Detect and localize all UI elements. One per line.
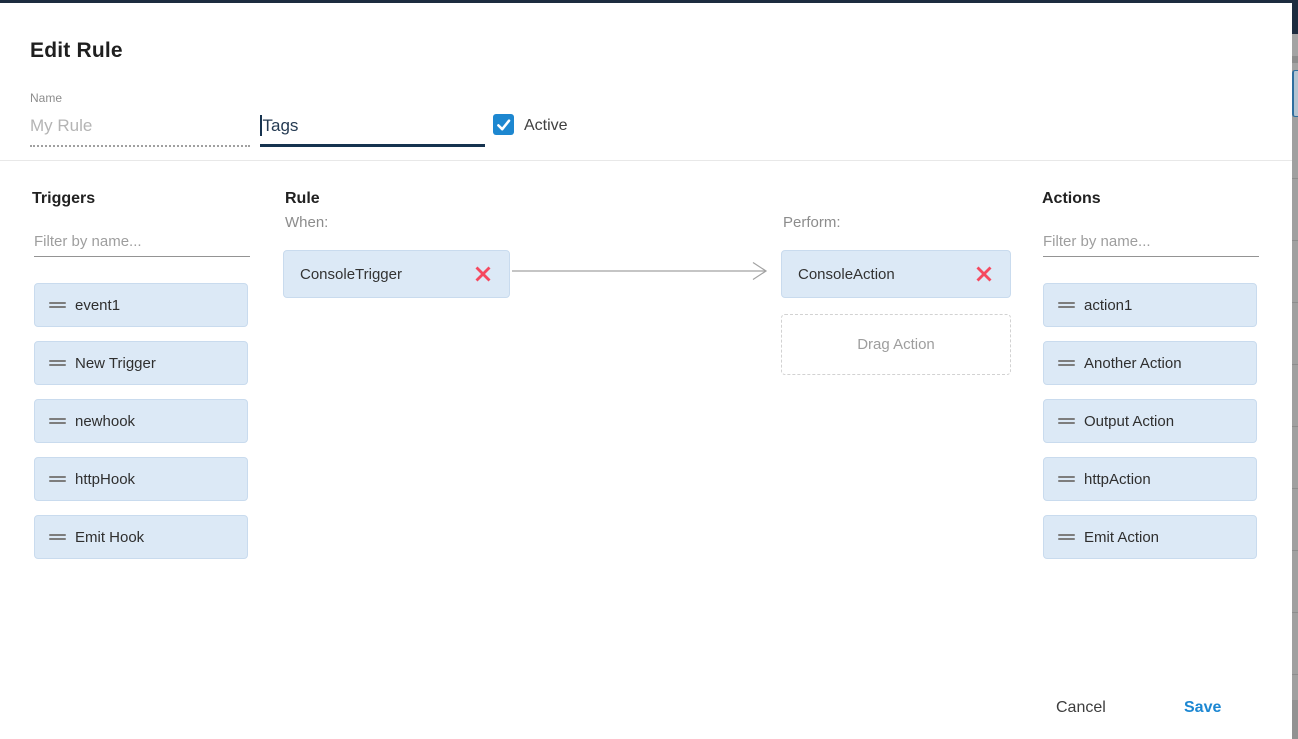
drag-handle-icon: [1058, 474, 1075, 484]
name-input[interactable]: [30, 107, 250, 147]
selected-action-card[interactable]: ConsoleAction: [781, 250, 1011, 298]
trigger-item[interactable]: Emit Hook: [34, 515, 248, 559]
rule-panel-title: Rule: [285, 190, 320, 208]
dialog-title: Edit Rule: [30, 39, 123, 63]
background-navbar-edge: [1292, 0, 1298, 34]
triggers-list: event1 New Trigger newhook httpHook Emit…: [34, 283, 249, 573]
action-item[interactable]: action1: [1043, 283, 1257, 327]
selected-action-label: ConsoleAction: [798, 266, 895, 283]
trigger-item[interactable]: New Trigger: [34, 341, 248, 385]
active-checkbox[interactable]: [493, 114, 514, 135]
tags-input[interactable]: Tags: [260, 107, 485, 147]
right-arrow-icon: [512, 259, 776, 283]
name-field-label: Name: [30, 91, 62, 105]
drag-handle-icon: [1058, 532, 1075, 542]
trigger-item-label: newhook: [75, 413, 135, 430]
remove-trigger-button[interactable]: [473, 264, 493, 284]
action-item[interactable]: httpAction: [1043, 457, 1257, 501]
cancel-button[interactable]: Cancel: [1042, 691, 1120, 725]
screen: Edit Rule Name Tags Active Triggers even…: [0, 0, 1298, 739]
actions-list: action1 Another Action Output Action htt…: [1043, 283, 1258, 573]
background-page-strip: [1292, 0, 1298, 739]
background-band: [1292, 34, 1298, 56]
actions-panel-title: Actions: [1042, 190, 1101, 208]
action-item-label: Another Action: [1084, 355, 1182, 372]
drop-zone-label: Drag Action: [857, 336, 935, 353]
x-cross-icon: [473, 264, 493, 284]
trigger-item-label: Emit Hook: [75, 529, 144, 546]
drag-handle-icon: [49, 416, 66, 426]
action-item[interactable]: Output Action: [1043, 399, 1257, 443]
trigger-item-label: httpHook: [75, 471, 135, 488]
triggers-filter-input[interactable]: [34, 227, 250, 257]
drag-handle-icon: [1058, 300, 1075, 310]
action-item[interactable]: Emit Action: [1043, 515, 1257, 559]
header-divider: [0, 160, 1292, 161]
triggers-panel-title: Triggers: [32, 190, 95, 208]
flow-arrow: [512, 259, 776, 283]
action-item[interactable]: Another Action: [1043, 341, 1257, 385]
action-item-label: Output Action: [1084, 413, 1174, 430]
trigger-item-label: New Trigger: [75, 355, 156, 372]
drag-handle-icon: [1058, 416, 1075, 426]
selected-trigger-label: ConsoleTrigger: [300, 266, 402, 283]
trigger-item-label: event1: [75, 297, 120, 314]
action-item-label: httpAction: [1084, 471, 1151, 488]
action-item-label: action1: [1084, 297, 1132, 314]
actions-filter-input[interactable]: [1043, 227, 1259, 257]
drag-handle-icon: [49, 300, 66, 310]
trigger-item[interactable]: httpHook: [34, 457, 248, 501]
active-checkbox-label: Active: [524, 117, 568, 135]
tags-input-value: Tags: [263, 116, 299, 136]
perform-label: Perform:: [783, 214, 841, 231]
remove-action-button[interactable]: [974, 264, 994, 284]
save-button[interactable]: Save: [1170, 691, 1235, 725]
action-item-label: Emit Action: [1084, 529, 1159, 546]
edit-rule-dialog: Edit Rule Name Tags Active Triggers even…: [0, 3, 1292, 739]
text-caret: [260, 115, 262, 136]
drag-handle-icon: [49, 474, 66, 484]
trigger-item[interactable]: event1: [34, 283, 248, 327]
background-table-rows-edge: [1292, 117, 1298, 700]
background-band: [1292, 56, 1298, 63]
background-band: [1292, 700, 1298, 739]
action-drop-zone[interactable]: Drag Action: [781, 314, 1011, 375]
trigger-item[interactable]: newhook: [34, 399, 248, 443]
background-band: [1292, 63, 1298, 70]
when-label: When:: [285, 214, 328, 231]
drag-handle-icon: [1058, 358, 1075, 368]
x-cross-icon: [974, 264, 994, 284]
drag-handle-icon: [49, 358, 66, 368]
checkmark-icon: [495, 116, 512, 133]
selected-trigger-card[interactable]: ConsoleTrigger: [283, 250, 510, 298]
drag-handle-icon: [49, 532, 66, 542]
background-button-edge: [1292, 70, 1298, 117]
